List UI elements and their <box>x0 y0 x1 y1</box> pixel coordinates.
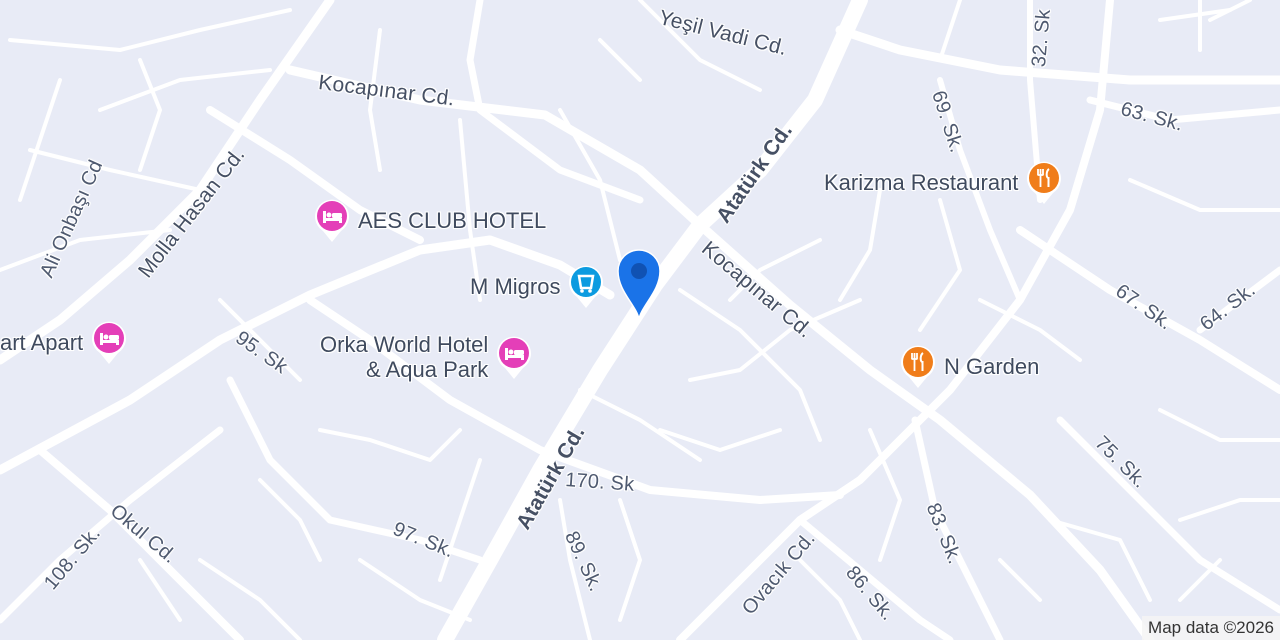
poi-name-migros: M Migros <box>470 273 561 299</box>
map-canvas[interactable]: Kocapınar Cd. Yeşil Vadi Cd. Atatürk Cd.… <box>0 0 1280 640</box>
poi-name-aes: AES CLUB HOTEL <box>358 207 547 233</box>
hotel-icon <box>497 336 532 379</box>
poi-name-apart: art Apart <box>0 329 84 355</box>
shopping-icon <box>569 265 604 308</box>
restaurant-icon <box>1027 161 1062 204</box>
road-north-diag <box>466 0 644 204</box>
poi-name-orka: Orka World Hotel & Aqua Park <box>320 332 488 382</box>
road-right-edge <box>676 0 1114 640</box>
poi-name-orka-line1: Orka World Hotel <box>320 332 489 357</box>
poi-name-karizma: Karizma Restaurant <box>824 169 1019 195</box>
street-label-170: 170. Sk <box>564 469 636 496</box>
hotel-icon <box>315 199 349 242</box>
poi-migros[interactable]: M Migros <box>470 262 606 310</box>
restaurant-icon <box>901 345 935 388</box>
road-83 <box>911 416 1004 640</box>
road-top-right <box>835 25 1280 85</box>
poi-name-ngarden: N Garden <box>944 353 1040 379</box>
map-attribution: Map data ©2026 <box>1142 616 1280 640</box>
poi-aes-club-hotel[interactable]: AES CLUB HOTEL <box>312 196 546 244</box>
poi-name-orka-line2: & Aqua Park <box>366 357 489 382</box>
location-pin-icon[interactable] <box>612 245 666 321</box>
poi-n-garden[interactable]: N Garden <box>898 342 1039 390</box>
poi-karizma-restaurant[interactable]: Karizma Restaurant <box>824 158 1064 206</box>
road-97 <box>226 376 484 564</box>
poi-apart[interactable]: art Apart <box>0 318 129 366</box>
poi-orka-world-hotel[interactable]: Orka World Hotel & Aqua Park <box>320 332 534 382</box>
hotel-icon <box>92 321 127 364</box>
